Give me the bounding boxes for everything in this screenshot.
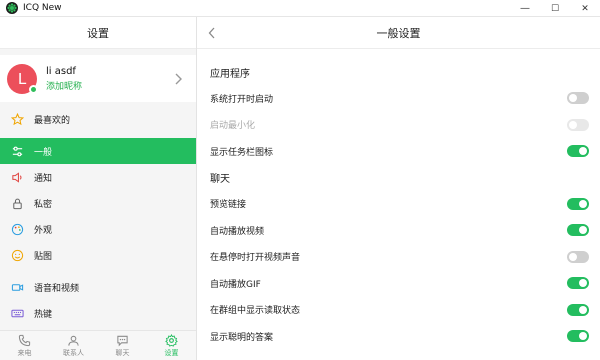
video-icon <box>10 280 24 294</box>
setting-row-smart-replies: 显示聪明的答案 <box>197 323 600 350</box>
smart-replies-toggle[interactable] <box>567 330 589 343</box>
setting-row-launch-on-startup: 系统打开时启动 <box>197 85 600 112</box>
sidebar-item-voice-video[interactable]: 语音和视频 <box>0 274 196 300</box>
section-title-chat: 聊天 <box>210 174 230 185</box>
sidebar-item-appearance[interactable]: 外观 <box>0 216 196 242</box>
sidebar-item-favorites[interactable]: 最喜欢的 <box>0 106 196 132</box>
nav-settings[interactable]: 设置 <box>147 331 196 360</box>
keyboard-icon <box>10 306 24 320</box>
chevron-right-icon <box>175 73 182 84</box>
settings-icon <box>165 333 178 347</box>
online-status-dot <box>29 84 38 94</box>
add-nickname-link[interactable]: 添加昵称 <box>46 79 82 92</box>
sidebar-item-privacy[interactable]: 私密 <box>0 190 196 216</box>
hover-sound-toggle[interactable] <box>567 250 589 263</box>
panel-header: 一般设置 <box>197 17 600 49</box>
settings-menu: 最喜欢的 一般 通知 私密 外观 贴图 语音和视频 热键 <box>0 106 196 326</box>
settings-sidebar: 设置 L li asdf 添加昵称 最喜欢的 一般 通知 私密 外观 贴图 语音… <box>0 17 197 360</box>
setting-row-hover-sound: 在悬停时打开视频声音 <box>197 244 600 271</box>
sliders-icon <box>10 144 24 158</box>
read-status-toggle[interactable] <box>567 303 589 316</box>
window-title: ICQ New <box>23 3 62 13</box>
setting-row-autoplay-gif: 自动播放GIF <box>197 270 600 297</box>
contacts-icon <box>68 335 79 346</box>
bottom-navigation: 来电 联系人 聊天 设置 <box>0 330 196 360</box>
taskbar-icon-toggle[interactable] <box>567 145 589 158</box>
minimize-button[interactable]: — <box>510 0 540 17</box>
profile-card[interactable]: L li asdf 添加昵称 <box>0 55 196 102</box>
speaker-icon <box>10 170 24 184</box>
phone-icon <box>18 334 31 346</box>
nav-calls[interactable]: 来电 <box>0 331 49 360</box>
smiley-icon <box>10 248 24 262</box>
palette-icon <box>10 222 24 236</box>
setting-row-taskbar-icon: 显示任务栏图标 <box>197 138 600 165</box>
sidebar-item-hotkeys[interactable]: 热键 <box>0 300 196 326</box>
launch-on-startup-toggle[interactable] <box>567 92 589 105</box>
close-button[interactable]: ✕ <box>570 0 600 17</box>
general-settings-panel: 一般设置 应用程序 系统打开时启动 启动最小化 显示任务栏图标 聊天 预览链接 … <box>197 17 600 360</box>
avatar: L <box>7 63 38 94</box>
sidebar-title: 设置 <box>0 17 196 49</box>
maximize-button[interactable]: ☐ <box>540 0 570 17</box>
star-icon <box>10 112 24 126</box>
chat-icon <box>117 335 128 346</box>
preview-links-toggle[interactable] <box>567 197 589 210</box>
lock-icon <box>10 196 24 210</box>
sidebar-item-stickers[interactable]: 贴图 <box>0 242 196 268</box>
setting-row-start-minimized: 启动最小化 <box>197 112 600 139</box>
setting-row-preview-links: 预览链接 <box>197 191 600 218</box>
nav-contacts[interactable]: 联系人 <box>49 331 98 360</box>
back-arrow-icon[interactable] <box>207 26 217 40</box>
icq-logo-icon <box>6 2 18 14</box>
title-bar: ICQ New — ☐ ✕ <box>0 0 600 17</box>
setting-row-read-status: 在群组中显示读取状态 <box>197 297 600 324</box>
sidebar-item-general[interactable]: 一般 <box>0 138 196 164</box>
autoplay-gif-toggle[interactable] <box>567 277 589 290</box>
autoplay-video-toggle[interactable] <box>567 224 589 237</box>
section-title-application: 应用程序 <box>210 68 250 80</box>
profile-name: li asdf <box>46 65 76 77</box>
nav-chats[interactable]: 聊天 <box>98 331 147 360</box>
sidebar-item-notifications[interactable]: 通知 <box>0 164 196 190</box>
panel-title: 一般设置 <box>376 26 421 40</box>
setting-row-autoplay-video: 自动播放视频 <box>197 217 600 244</box>
start-minimized-toggle[interactable] <box>567 118 589 131</box>
